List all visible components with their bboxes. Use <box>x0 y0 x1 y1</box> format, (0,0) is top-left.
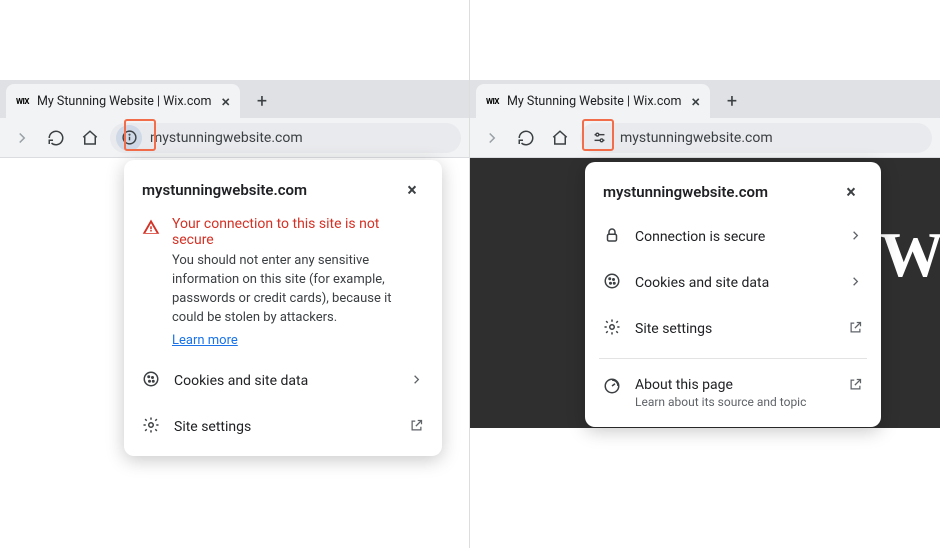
cookie-icon <box>142 370 160 392</box>
learn-more-link[interactable]: Learn more <box>172 333 238 348</box>
browser-tab[interactable]: WIX My Stunning Website | Wix.com × <box>476 84 710 118</box>
reload-button[interactable] <box>512 124 540 152</box>
speed-icon <box>603 377 621 399</box>
cookies-menu-item[interactable]: Cookies and site data <box>585 260 881 306</box>
close-popover-icon[interactable]: × <box>839 180 863 204</box>
close-tab-icon[interactable]: × <box>221 92 230 111</box>
chevron-right-icon <box>409 372 424 391</box>
chevron-right-icon <box>848 228 863 247</box>
site-info-button[interactable] <box>116 125 142 151</box>
chevron-right-icon <box>848 274 863 293</box>
lock-icon <box>603 226 621 248</box>
forward-button[interactable] <box>8 124 36 152</box>
cookie-icon <box>603 272 621 294</box>
cookies-menu-item[interactable]: Cookies and site data <box>124 358 442 404</box>
new-tab-button[interactable]: + <box>248 87 276 115</box>
tab-title: My Stunning Website | Wix.com <box>37 94 211 109</box>
security-warning: Your connection to this site is not secu… <box>124 212 442 348</box>
popover-domain: mystunningwebsite.com <box>142 181 307 199</box>
toolbar: mystunningwebsite.com <box>470 118 940 158</box>
warning-title: Your connection to this site is not secu… <box>172 216 424 248</box>
browser-right: W WIX My Stunning Website | Wix.com × + <box>470 0 940 548</box>
site-info-popover: mystunningwebsite.com × Your connection … <box>124 160 442 456</box>
cookies-label: Cookies and site data <box>635 275 834 291</box>
new-tab-button[interactable]: + <box>718 87 746 115</box>
site-info-popover: mystunningwebsite.com × Connection is se… <box>585 162 881 427</box>
connection-secure-item[interactable]: Connection is secure <box>585 214 881 260</box>
wix-favicon: WIX <box>16 97 29 106</box>
external-link-icon <box>409 418 424 437</box>
wix-favicon: WIX <box>486 97 499 106</box>
site-settings-label: Site settings <box>174 419 395 435</box>
warning-body: You should not enter any sensitive infor… <box>172 252 424 327</box>
gear-icon <box>142 416 160 438</box>
popover-domain: mystunningwebsite.com <box>603 183 768 201</box>
tab-strip: WIX My Stunning Website | Wix.com × + <box>470 80 940 118</box>
browser-left: WIX My Stunning Website | Wix.com × + <box>0 0 470 548</box>
address-bar[interactable]: mystunningwebsite.com <box>110 123 461 153</box>
about-label: About this page <box>635 377 834 393</box>
about-sub: Learn about its source and topic <box>635 395 834 409</box>
site-settings-menu-item[interactable]: Site settings <box>585 306 881 352</box>
page-snippet-letter: W <box>880 218 944 292</box>
tab-strip: WIX My Stunning Website | Wix.com × + <box>0 80 469 118</box>
external-link-icon <box>848 320 863 339</box>
gear-icon <box>603 318 621 340</box>
home-button[interactable] <box>76 124 104 152</box>
site-settings-label: Site settings <box>635 321 834 337</box>
site-tune-button[interactable] <box>586 125 612 151</box>
close-tab-icon[interactable]: × <box>691 92 700 111</box>
url-text: mystunningwebsite.com <box>150 130 303 146</box>
forward-button[interactable] <box>478 124 506 152</box>
warning-icon <box>142 218 160 348</box>
close-popover-icon[interactable]: × <box>400 178 424 202</box>
reload-button[interactable] <box>42 124 70 152</box>
toolbar: mystunningwebsite.com <box>0 118 469 158</box>
site-settings-menu-item[interactable]: Site settings <box>124 404 442 450</box>
connection-label: Connection is secure <box>635 229 834 245</box>
external-link-icon <box>848 377 863 396</box>
tab-title: My Stunning Website | Wix.com <box>507 94 681 109</box>
home-button[interactable] <box>546 124 574 152</box>
cookies-label: Cookies and site data <box>174 373 395 389</box>
browser-tab[interactable]: WIX My Stunning Website | Wix.com × <box>6 84 240 118</box>
url-text: mystunningwebsite.com <box>620 130 773 146</box>
address-bar[interactable]: mystunningwebsite.com <box>580 123 932 153</box>
divider <box>599 358 867 359</box>
about-page-menu-item[interactable]: About this page Learn about its source a… <box>585 365 881 421</box>
